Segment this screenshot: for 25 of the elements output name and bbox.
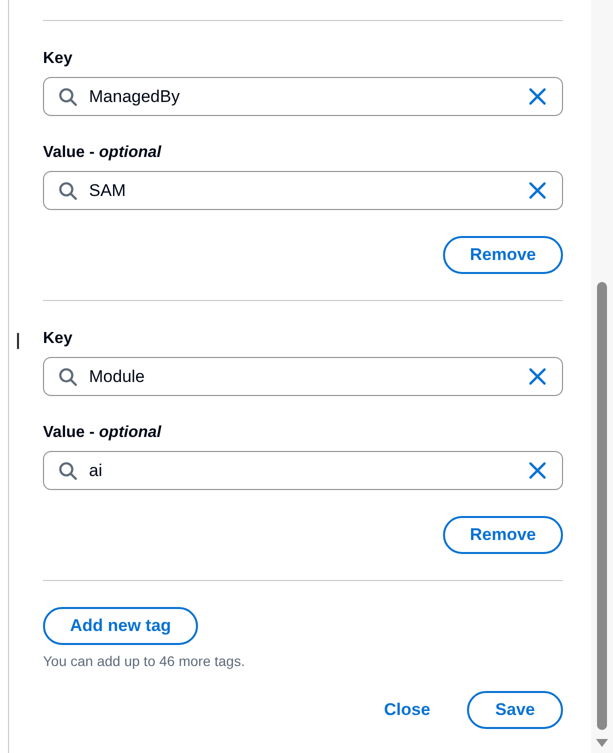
remove-button[interactable]: Remove (442, 516, 563, 554)
search-icon (59, 368, 77, 386)
value-label: Value - optional (43, 143, 162, 163)
text-cursor-icon (17, 333, 19, 349)
clear-icon[interactable] (529, 462, 546, 479)
key-label: Key (43, 49, 72, 69)
value-input-field[interactable]: SAM (43, 171, 563, 210)
save-button[interactable]: Save (467, 691, 563, 729)
search-icon (59, 88, 77, 106)
scrollbar-thumb[interactable] (597, 282, 607, 730)
key-label: Key (43, 329, 72, 349)
add-tag-button[interactable]: Add new tag (43, 607, 198, 645)
hint-text: You can add up to 46 more tags. (43, 652, 245, 671)
scroll-down-arrow-icon[interactable] (596, 739, 608, 747)
key-input-field[interactable]: Module (43, 357, 563, 396)
key-input-field[interactable]: ManagedBy (43, 77, 563, 116)
value-label: Value - optional (43, 423, 162, 443)
search-icon (59, 182, 77, 200)
clear-icon[interactable] (529, 88, 546, 105)
search-icon (59, 462, 77, 480)
value-input-field[interactable]: ai (43, 451, 563, 490)
close-button[interactable]: Close (364, 691, 450, 729)
clear-icon[interactable] (529, 368, 546, 385)
remove-button[interactable]: Remove (442, 236, 563, 274)
clear-icon[interactable] (529, 182, 546, 199)
